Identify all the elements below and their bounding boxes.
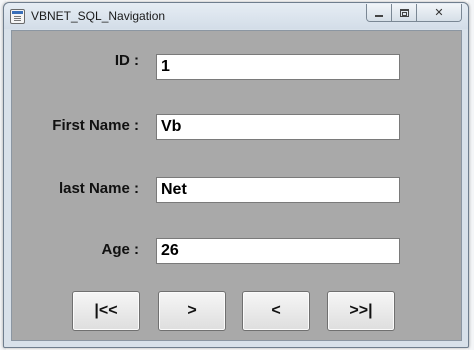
title-bar[interactable]: VBNET_SQL_Navigation ✕ [4, 3, 468, 29]
caption-buttons: ✕ [366, 4, 462, 22]
first-name-field[interactable] [156, 114, 400, 140]
next-record-button[interactable]: > [158, 291, 226, 331]
maximize-icon [399, 8, 409, 17]
last-name-label: last Name : [58, 180, 139, 197]
close-icon: ✕ [434, 6, 444, 19]
app-icon[interactable] [10, 9, 25, 24]
id-label: ID : [114, 52, 139, 69]
window-title: VBNET_SQL_Navigation [31, 9, 166, 23]
id-field[interactable] [156, 54, 400, 80]
last-name-field[interactable] [156, 177, 400, 203]
age-label: Age : [101, 241, 140, 258]
minimize-button[interactable] [367, 4, 392, 21]
form-client-area: ID : First Name : last Name : Age : |<< … [11, 30, 462, 341]
maximize-button[interactable] [392, 4, 417, 21]
first-name-label: First Name : [52, 117, 139, 134]
minimize-icon [375, 14, 383, 17]
previous-record-button[interactable]: < [242, 291, 310, 331]
close-button[interactable]: ✕ [417, 4, 461, 21]
first-record-button[interactable]: |<< [72, 291, 140, 331]
age-field[interactable] [156, 238, 400, 264]
last-record-button[interactable]: >>| [327, 291, 395, 331]
app-window: VBNET_SQL_Navigation ✕ ID : First Name :… [3, 2, 469, 348]
